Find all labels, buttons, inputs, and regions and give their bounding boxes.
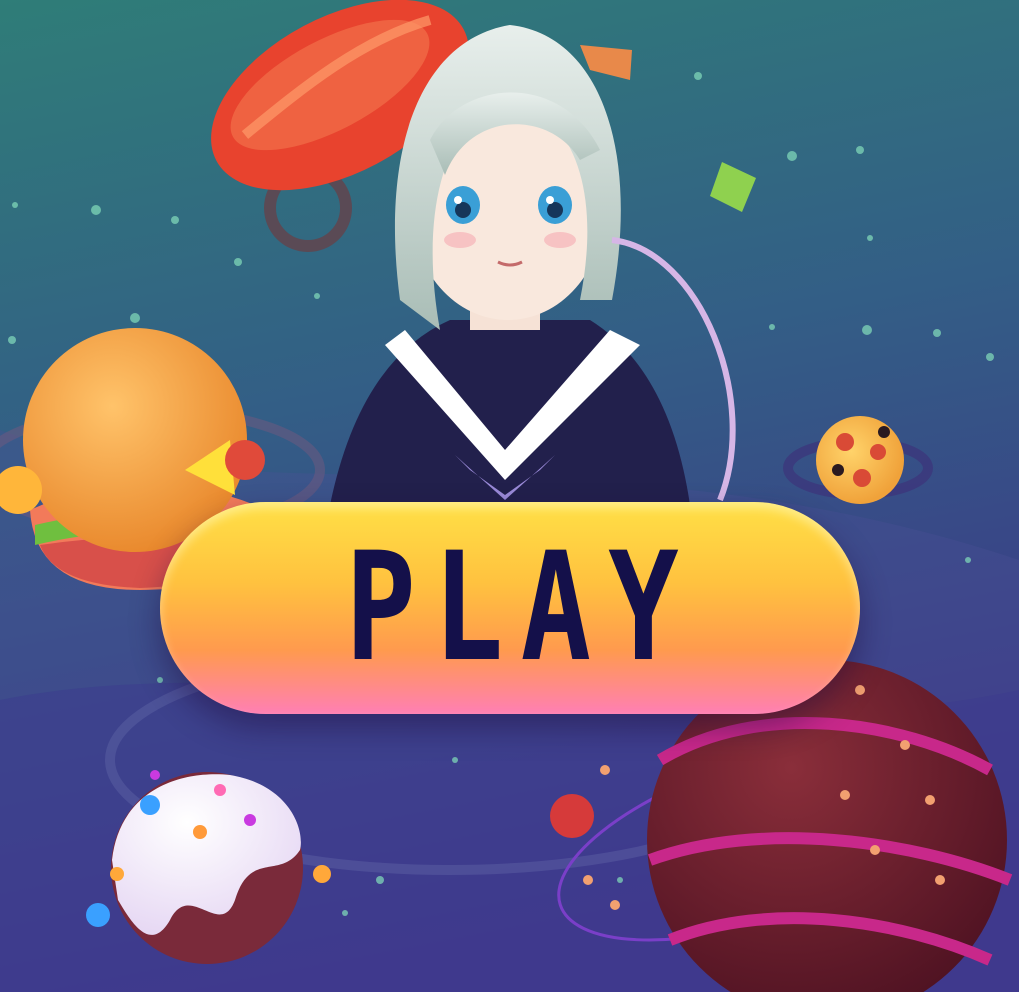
play-button-label: PLAY [345,521,697,695]
play-button[interactable]: PLAY [160,502,860,714]
game-background [0,0,1019,992]
